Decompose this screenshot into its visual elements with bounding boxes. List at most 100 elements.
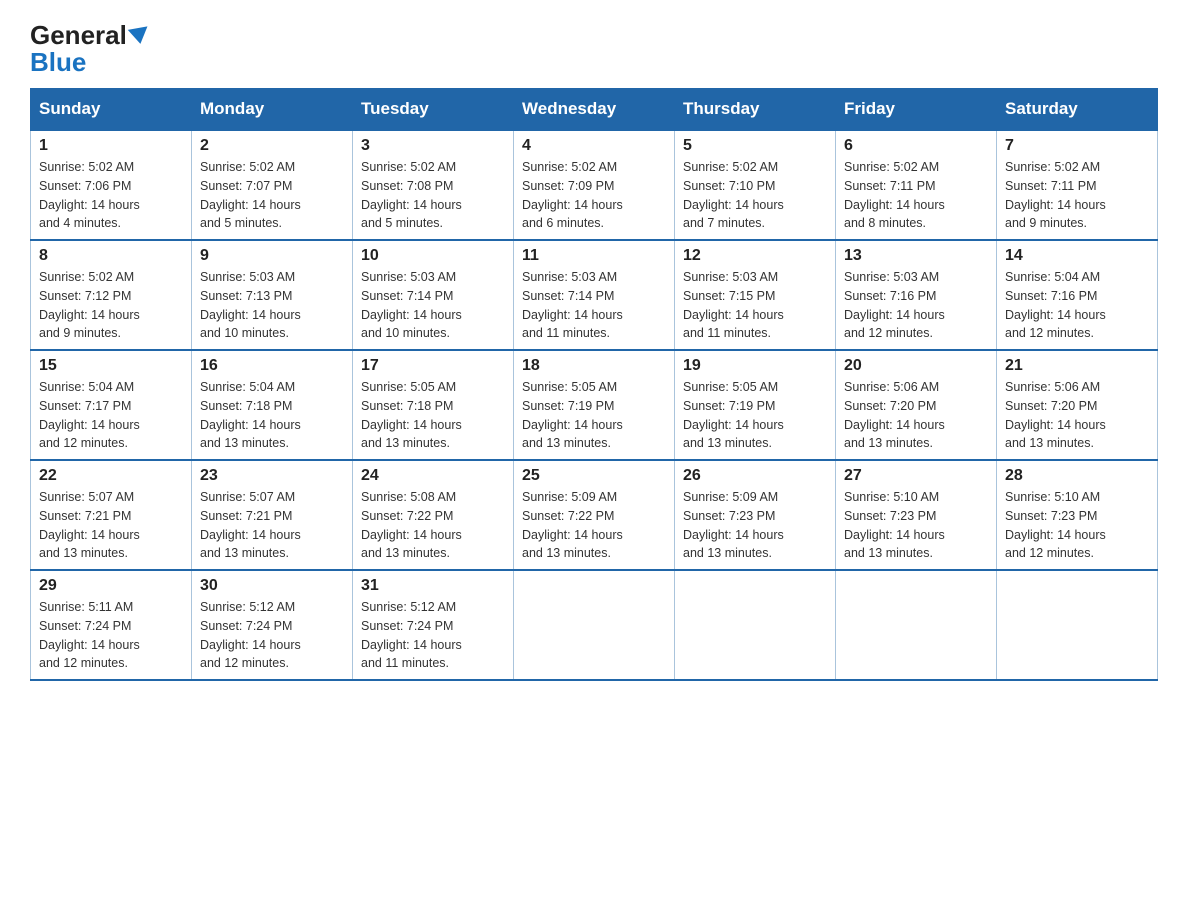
day-info: Sunrise: 5:05 AM Sunset: 7:19 PM Dayligh… xyxy=(522,378,666,453)
calendar-week-row: 29 Sunrise: 5:11 AM Sunset: 7:24 PM Dayli… xyxy=(31,570,1158,680)
day-info: Sunrise: 5:02 AM Sunset: 7:11 PM Dayligh… xyxy=(1005,158,1149,233)
day-info: Sunrise: 5:03 AM Sunset: 7:16 PM Dayligh… xyxy=(844,268,988,343)
col-header-wednesday: Wednesday xyxy=(514,89,675,131)
calendar-cell: 7 Sunrise: 5:02 AM Sunset: 7:11 PM Daylig… xyxy=(997,130,1158,240)
calendar-cell: 2 Sunrise: 5:02 AM Sunset: 7:07 PM Daylig… xyxy=(192,130,353,240)
day-info: Sunrise: 5:02 AM Sunset: 7:06 PM Dayligh… xyxy=(39,158,183,233)
day-info: Sunrise: 5:02 AM Sunset: 7:11 PM Dayligh… xyxy=(844,158,988,233)
day-info: Sunrise: 5:05 AM Sunset: 7:19 PM Dayligh… xyxy=(683,378,827,453)
day-info: Sunrise: 5:02 AM Sunset: 7:10 PM Dayligh… xyxy=(683,158,827,233)
calendar-cell xyxy=(836,570,997,680)
calendar-week-row: 1 Sunrise: 5:02 AM Sunset: 7:06 PM Daylig… xyxy=(31,130,1158,240)
calendar-cell xyxy=(997,570,1158,680)
day-info: Sunrise: 5:04 AM Sunset: 7:18 PM Dayligh… xyxy=(200,378,344,453)
col-header-saturday: Saturday xyxy=(997,89,1158,131)
calendar-table: SundayMondayTuesdayWednesdayThursdayFrid… xyxy=(30,88,1158,681)
calendar-cell: 18Sunrise: 5:05 AM Sunset: 7:19 PM Dayli… xyxy=(514,350,675,460)
day-info: Sunrise: 5:03 AM Sunset: 7:14 PM Dayligh… xyxy=(361,268,505,343)
day-number: 19 xyxy=(683,357,827,375)
day-info: Sunrise: 5:09 AM Sunset: 7:22 PM Dayligh… xyxy=(522,488,666,563)
day-number: 10 xyxy=(361,247,505,265)
day-number: 31 xyxy=(361,577,505,595)
day-number: 25 xyxy=(522,467,666,485)
calendar-cell: 19 Sunrise: 5:05 AM Sunset: 7:19 PM Dayli… xyxy=(675,350,836,460)
calendar-cell xyxy=(514,570,675,680)
col-header-sunday: Sunday xyxy=(31,89,192,131)
day-number: 22 xyxy=(39,467,183,485)
calendar-cell: 16 Sunrise: 5:04 AM Sunset: 7:18 PM Dayli… xyxy=(192,350,353,460)
day-info: Sunrise: 5:05 AM Sunset: 7:18 PM Dayligh… xyxy=(361,378,505,453)
calendar-cell: 9 Sunrise: 5:03 AM Sunset: 7:13 PM Daylig… xyxy=(192,240,353,350)
logo: General Blue xyxy=(30,20,149,78)
day-info: Sunrise: 5:10 AM Sunset: 7:23 PM Dayligh… xyxy=(1005,488,1149,563)
calendar-header-row: SundayMondayTuesdayWednesdayThursdayFrid… xyxy=(31,89,1158,131)
calendar-cell: 31Sunrise: 5:12 AM Sunset: 7:24 PM Dayli… xyxy=(353,570,514,680)
calendar-cell: 29 Sunrise: 5:11 AM Sunset: 7:24 PM Dayli… xyxy=(31,570,192,680)
col-header-monday: Monday xyxy=(192,89,353,131)
day-number: 12 xyxy=(683,247,827,265)
day-number: 23 xyxy=(200,467,344,485)
calendar-cell: 12 Sunrise: 5:03 AM Sunset: 7:15 PM Dayli… xyxy=(675,240,836,350)
calendar-cell: 4 Sunrise: 5:02 AM Sunset: 7:09 PM Daylig… xyxy=(514,130,675,240)
calendar-cell: 26 Sunrise: 5:09 AM Sunset: 7:23 PM Dayli… xyxy=(675,460,836,570)
day-info: Sunrise: 5:02 AM Sunset: 7:07 PM Dayligh… xyxy=(200,158,344,233)
day-number: 26 xyxy=(683,467,827,485)
day-number: 15 xyxy=(39,357,183,375)
calendar-cell: 15Sunrise: 5:04 AM Sunset: 7:17 PM Dayli… xyxy=(31,350,192,460)
day-info: Sunrise: 5:11 AM Sunset: 7:24 PM Dayligh… xyxy=(39,598,183,673)
day-number: 30 xyxy=(200,577,344,595)
calendar-cell: 17 Sunrise: 5:05 AM Sunset: 7:18 PM Dayli… xyxy=(353,350,514,460)
calendar-week-row: 8 Sunrise: 5:02 AM Sunset: 7:12 PM Daylig… xyxy=(31,240,1158,350)
calendar-cell: 13 Sunrise: 5:03 AM Sunset: 7:16 PM Dayli… xyxy=(836,240,997,350)
day-number: 8 xyxy=(39,247,183,265)
day-info: Sunrise: 5:03 AM Sunset: 7:15 PM Dayligh… xyxy=(683,268,827,343)
col-header-thursday: Thursday xyxy=(675,89,836,131)
day-number: 27 xyxy=(844,467,988,485)
day-number: 29 xyxy=(39,577,183,595)
day-info: Sunrise: 5:07 AM Sunset: 7:21 PM Dayligh… xyxy=(200,488,344,563)
day-number: 6 xyxy=(844,137,988,155)
day-number: 7 xyxy=(1005,137,1149,155)
calendar-cell: 3Sunrise: 5:02 AM Sunset: 7:08 PM Daylig… xyxy=(353,130,514,240)
day-info: Sunrise: 5:09 AM Sunset: 7:23 PM Dayligh… xyxy=(683,488,827,563)
day-info: Sunrise: 5:03 AM Sunset: 7:13 PM Dayligh… xyxy=(200,268,344,343)
day-number: 13 xyxy=(844,247,988,265)
calendar-cell: 28 Sunrise: 5:10 AM Sunset: 7:23 PM Dayli… xyxy=(997,460,1158,570)
calendar-cell: 25 Sunrise: 5:09 AM Sunset: 7:22 PM Dayli… xyxy=(514,460,675,570)
day-number: 5 xyxy=(683,137,827,155)
day-number: 16 xyxy=(200,357,344,375)
calendar-cell: 1 Sunrise: 5:02 AM Sunset: 7:06 PM Daylig… xyxy=(31,130,192,240)
day-info: Sunrise: 5:06 AM Sunset: 7:20 PM Dayligh… xyxy=(1005,378,1149,453)
day-info: Sunrise: 5:12 AM Sunset: 7:24 PM Dayligh… xyxy=(200,598,344,673)
day-number: 9 xyxy=(200,247,344,265)
day-info: Sunrise: 5:02 AM Sunset: 7:08 PM Dayligh… xyxy=(361,158,505,233)
day-info: Sunrise: 5:06 AM Sunset: 7:20 PM Dayligh… xyxy=(844,378,988,453)
day-number: 28 xyxy=(1005,467,1149,485)
calendar-cell: 20 Sunrise: 5:06 AM Sunset: 7:20 PM Dayli… xyxy=(836,350,997,460)
day-number: 1 xyxy=(39,137,183,155)
day-number: 20 xyxy=(844,357,988,375)
calendar-cell: 27 Sunrise: 5:10 AM Sunset: 7:23 PM Dayli… xyxy=(836,460,997,570)
day-info: Sunrise: 5:08 AM Sunset: 7:22 PM Dayligh… xyxy=(361,488,505,563)
calendar-cell: 10 Sunrise: 5:03 AM Sunset: 7:14 PM Dayli… xyxy=(353,240,514,350)
day-number: 11 xyxy=(522,247,666,265)
col-header-tuesday: Tuesday xyxy=(353,89,514,131)
day-info: Sunrise: 5:02 AM Sunset: 7:12 PM Dayligh… xyxy=(39,268,183,343)
calendar-cell xyxy=(675,570,836,680)
day-number: 2 xyxy=(200,137,344,155)
calendar-week-row: 22 Sunrise: 5:07 AM Sunset: 7:21 PM Dayli… xyxy=(31,460,1158,570)
day-number: 14 xyxy=(1005,247,1149,265)
day-info: Sunrise: 5:10 AM Sunset: 7:23 PM Dayligh… xyxy=(844,488,988,563)
calendar-cell: 6 Sunrise: 5:02 AM Sunset: 7:11 PM Daylig… xyxy=(836,130,997,240)
calendar-cell: 14Sunrise: 5:04 AM Sunset: 7:16 PM Dayli… xyxy=(997,240,1158,350)
day-number: 24 xyxy=(361,467,505,485)
calendar-cell: 22 Sunrise: 5:07 AM Sunset: 7:21 PM Dayli… xyxy=(31,460,192,570)
day-info: Sunrise: 5:02 AM Sunset: 7:09 PM Dayligh… xyxy=(522,158,666,233)
col-header-friday: Friday xyxy=(836,89,997,131)
day-info: Sunrise: 5:07 AM Sunset: 7:21 PM Dayligh… xyxy=(39,488,183,563)
day-info: Sunrise: 5:03 AM Sunset: 7:14 PM Dayligh… xyxy=(522,268,666,343)
calendar-cell: 23 Sunrise: 5:07 AM Sunset: 7:21 PM Dayli… xyxy=(192,460,353,570)
calendar-week-row: 15Sunrise: 5:04 AM Sunset: 7:17 PM Dayli… xyxy=(31,350,1158,460)
day-number: 17 xyxy=(361,357,505,375)
day-number: 4 xyxy=(522,137,666,155)
